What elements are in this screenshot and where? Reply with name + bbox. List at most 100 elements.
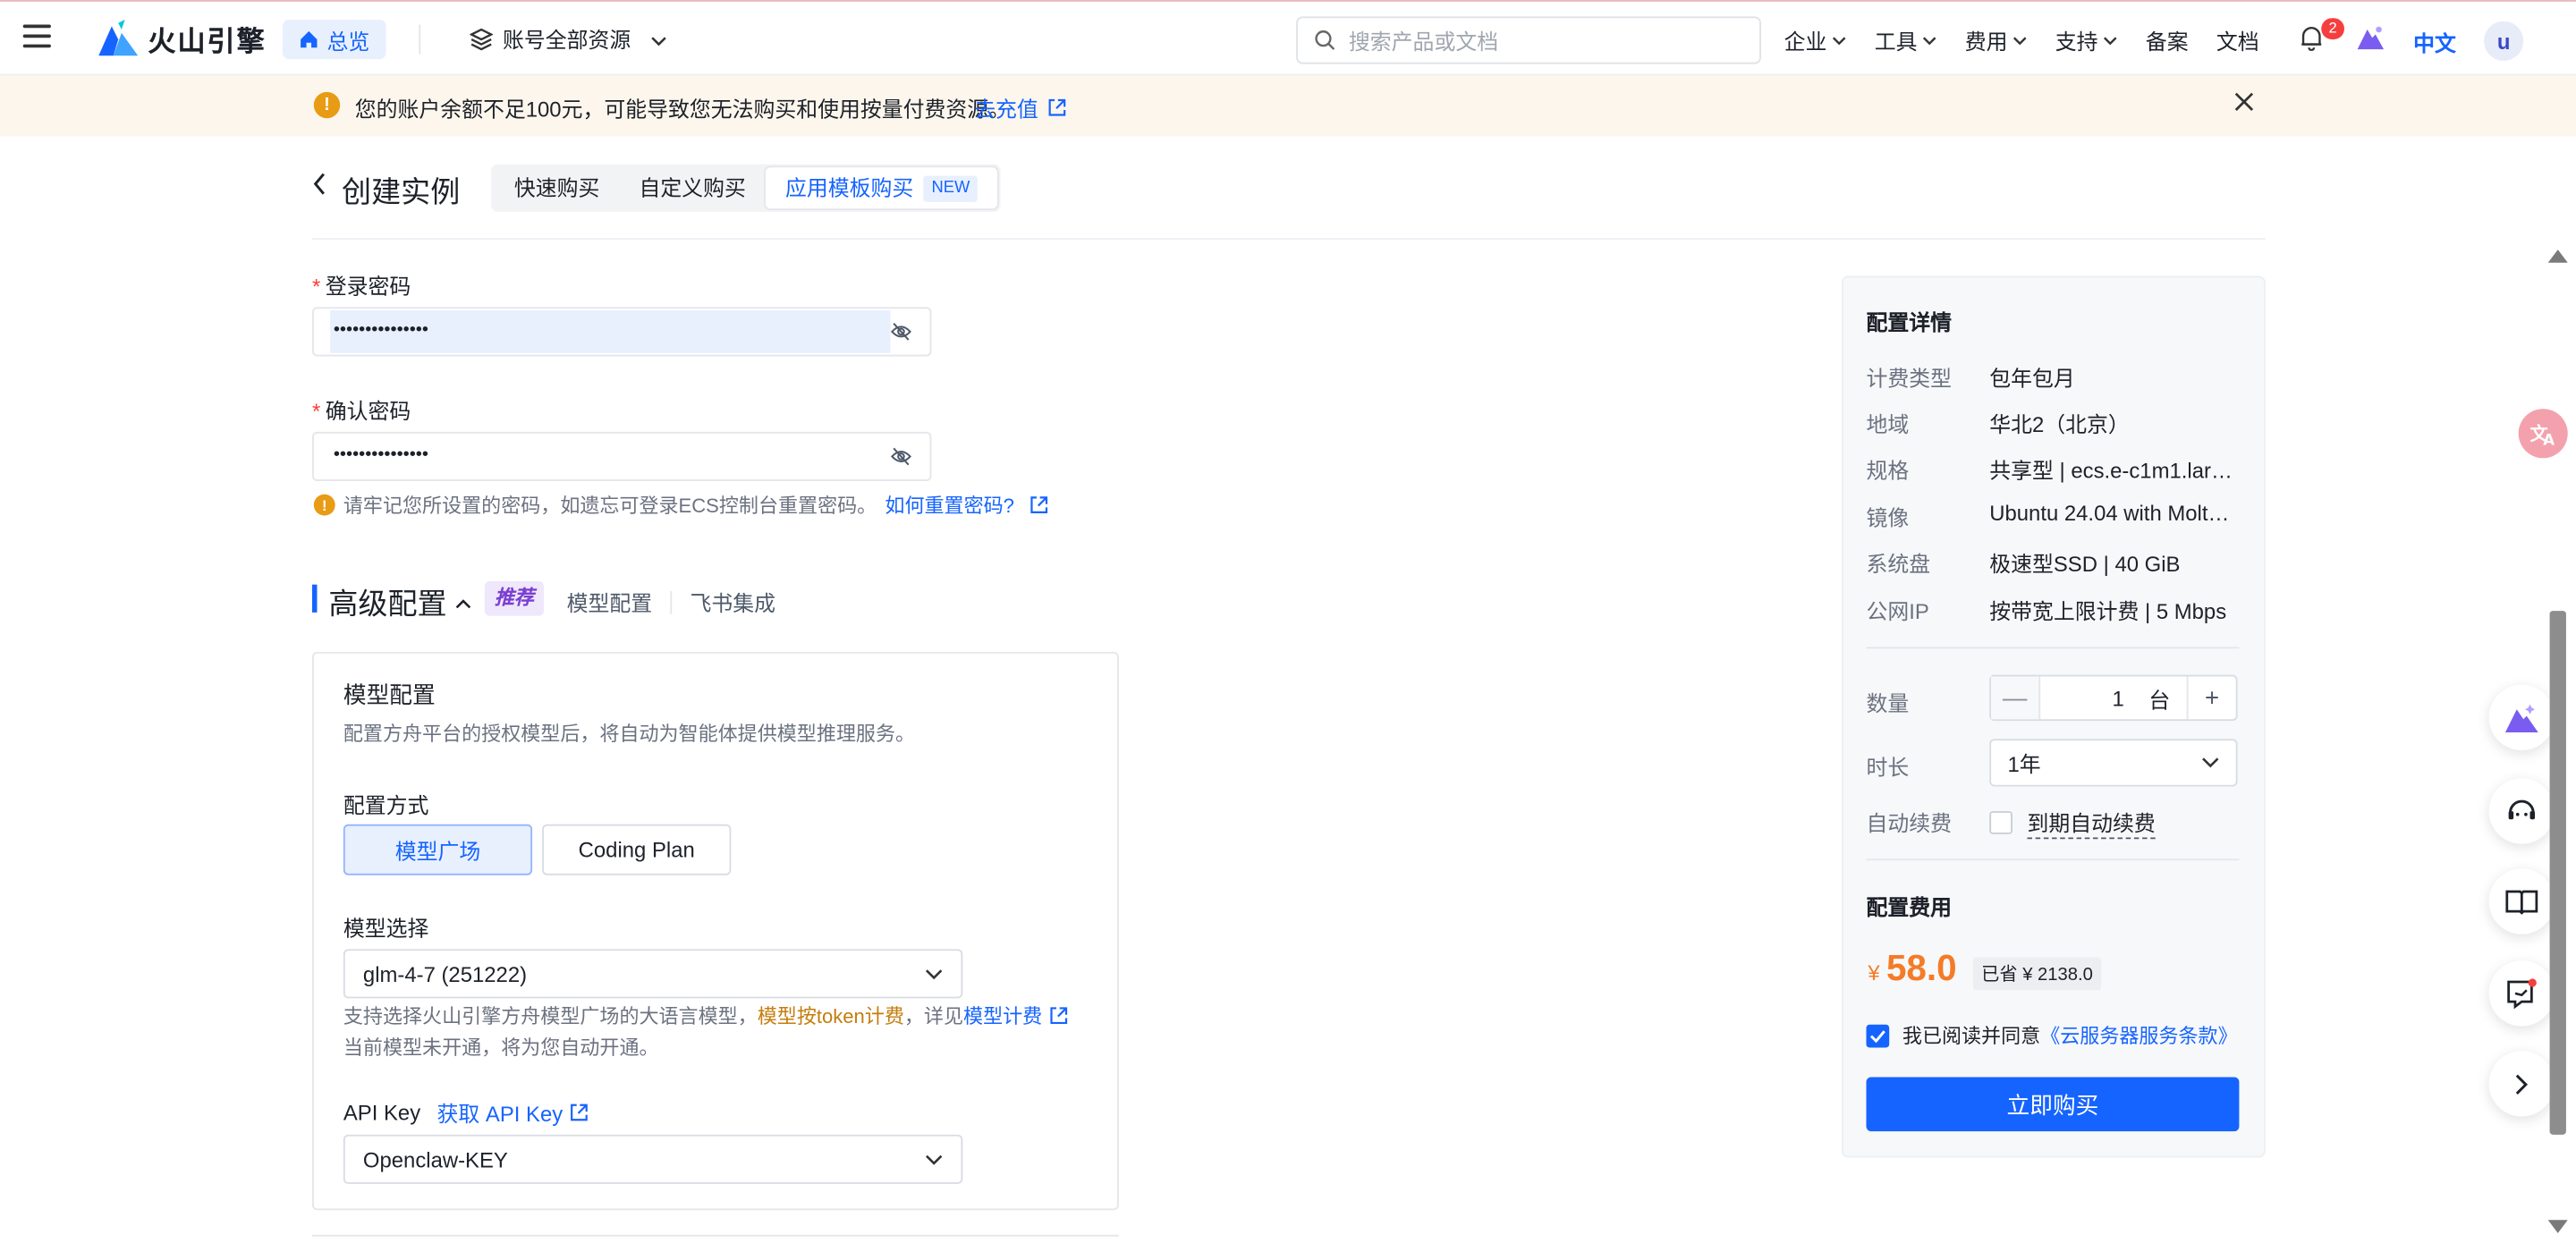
bell-icon[interactable] (2300, 25, 2323, 60)
duration-value: 1年 (2007, 751, 2041, 777)
docs-fab[interactable] (2488, 868, 2555, 934)
nav-enterprise[interactable]: 企业 (1784, 25, 1847, 56)
auto-renew-label: 自动续费 (1866, 811, 1953, 836)
panel-divider (1866, 858, 2240, 861)
advanced-config-toggle[interactable]: 高级配置 (328, 581, 471, 624)
model-select[interactable]: glm-4-7 (251222) (343, 949, 963, 999)
agreement-checkbox[interactable] (1866, 1023, 1890, 1047)
model-hint: 支持选择火山引擎方舟模型广场的大语言模型， 模型按token计费 ，详见 模型计… (343, 1002, 1069, 1029)
external-link-icon[interactable] (570, 1103, 588, 1121)
home-button[interactable]: 总览 (282, 20, 386, 60)
token-billing-link[interactable]: 模型按token计费 (758, 1002, 904, 1029)
chevron-down-icon (1832, 36, 1846, 45)
anchor-model-config[interactable]: 模型配置 (567, 587, 653, 618)
method-model-square-button[interactable]: 模型广场 (343, 824, 533, 875)
model-pricing-link[interactable]: 模型计费 (963, 1002, 1042, 1029)
tab-template-purchase[interactable]: 应用模板购买 NEW (765, 167, 998, 209)
close-icon[interactable] (2234, 90, 2254, 120)
external-link-icon[interactable] (1030, 496, 1048, 514)
chevron-down-icon (1922, 36, 1936, 45)
language-switch[interactable]: 中文 (2413, 26, 2456, 57)
confirm-password-value: ••••••••••••••• (333, 444, 428, 465)
chevron-down-icon (2202, 757, 2219, 768)
system-disk-key: 系统盘 (1866, 551, 1931, 577)
api-key-select[interactable]: Openclaw-KEY (343, 1134, 963, 1184)
quantity-decrease-button[interactable]: — (1991, 676, 2041, 720)
auto-renew-option[interactable]: 到期自动续费 (1989, 807, 2156, 840)
customer-service-fab[interactable] (2488, 778, 2555, 844)
page-title: 创建实例 (342, 175, 461, 209)
saving-badge: 已省 ¥ 2138.0 (1972, 957, 2102, 991)
brand-logo[interactable]: 火山引擎 (98, 18, 266, 57)
nav-filing-label: 备案 (2145, 30, 2189, 55)
tab-custom-purchase[interactable]: 自定义购买 (619, 167, 765, 208)
external-link-icon[interactable] (1050, 1007, 1068, 1025)
method-coding-plan-button[interactable]: Coding Plan (542, 824, 732, 875)
warning-icon: ! (313, 91, 341, 119)
buy-now-button[interactable]: 立即购买 (1866, 1077, 2240, 1132)
scroll-down-arrow[interactable] (2547, 1220, 2568, 1233)
resource-scope-select[interactable]: 账号全部资源 (470, 23, 666, 55)
translate-icon[interactable]: 文 A (2518, 409, 2568, 459)
tab-quick-purchase[interactable]: 快速购买 (495, 167, 620, 208)
scrollbar-thumb[interactable] (2549, 611, 2566, 1135)
home-icon (301, 30, 318, 48)
chevron-down-icon (925, 1154, 943, 1164)
volcano-logo-icon (98, 20, 139, 56)
model-auto-enable-note: 当前模型未开通，将为您自动开通。 (343, 1036, 659, 1060)
nav-billing[interactable]: 费用 (1965, 25, 2028, 56)
advanced-config-title: 高级配置 (328, 588, 447, 622)
login-password-input[interactable]: ••••••••••••••• (311, 307, 932, 357)
duration-select[interactable]: 1年 (1989, 739, 2238, 787)
top-navigation-bar: 火山引擎 总览 账号全部资源 搜索产品或文档 企业 工具 费用 支持 备案 文档… (0, 0, 2576, 76)
back-arrow-icon[interactable] (312, 173, 327, 204)
scroll-up-arrow[interactable] (2547, 249, 2568, 263)
expand-sidebar-fab[interactable] (2488, 1051, 2555, 1117)
recharge-link[interactable]: 去充值 (974, 92, 1066, 123)
nav-filing[interactable]: 备案 (2146, 25, 2189, 56)
get-api-key-link[interactable]: 获取 API Key (437, 1097, 564, 1129)
auto-renew-checkbox[interactable] (1989, 811, 2012, 834)
price-value: 58.0 (1885, 947, 1957, 989)
quantity-value[interactable]: 1 (2040, 686, 2148, 711)
confirm-password-input[interactable]: ••••••••••••••• (311, 431, 932, 482)
menu-icon[interactable] (22, 24, 51, 48)
resource-scope-label: 账号全部资源 (503, 28, 631, 53)
nav-tools[interactable]: 工具 (1875, 25, 1937, 56)
login-password-value: ••••••••••••••• (333, 320, 428, 341)
terms-link[interactable]: 《云服务器服务条款》 (2040, 1021, 2237, 1049)
anchor-divider (670, 590, 673, 613)
feedback-fab[interactable] (2488, 960, 2555, 1027)
section-anchors: 模型配置 飞书集成 (567, 587, 775, 618)
quantity-increase-button[interactable]: + (2186, 676, 2236, 720)
ai-assistant-fab[interactable] (2488, 684, 2555, 751)
duration-label: 时长 (1866, 755, 1910, 781)
chevron-up-icon (455, 598, 471, 608)
reset-password-link[interactable]: 如何重置密码? (885, 491, 1014, 519)
model-select-label: 模型选择 (343, 916, 429, 942)
eye-off-icon[interactable] (890, 322, 911, 342)
anchor-feishu-integration[interactable]: 飞书集成 (690, 587, 775, 618)
new-tag: NEW (923, 174, 979, 201)
agreement-row: 我已阅读并同意 《云服务器服务条款》 (1866, 1021, 2238, 1049)
api-key-label-row: API Key 获取 API Key (343, 1097, 588, 1129)
price-currency: ¥ (1868, 960, 1880, 985)
eye-off-icon[interactable] (890, 446, 911, 466)
book-icon (2505, 890, 2538, 915)
nav-tools-label: 工具 (1874, 30, 1918, 55)
chevron-down-icon (650, 26, 666, 51)
model-select-value: glm-4-7 (251222) (362, 961, 528, 986)
password-hint-text: 请牢记您所设置的密码，如遗忘可登录ECS控制台重置密码。 (343, 494, 877, 518)
confirm-password-label: * 确认密码 (311, 399, 411, 424)
model-config-card: 模型配置 配置方舟平台的授权模型后，将自动为智能体提供模型推理服务。 配置方式 … (311, 651, 1119, 1211)
nav-docs[interactable]: 文档 (2216, 25, 2259, 56)
model-hint-mid: ，详见 (903, 1004, 964, 1028)
layers-icon (470, 27, 494, 50)
user-avatar[interactable]: u (2484, 21, 2524, 61)
nav-support[interactable]: 支持 (2055, 25, 2118, 56)
ai-assistant-icon[interactable] (2356, 25, 2385, 60)
spec-value: 共享型 | ecs.e-c1m1.large ... (1989, 458, 2240, 483)
global-search-input[interactable]: 搜索产品或文档 (1296, 16, 1761, 64)
banner-message: 您的账户余额不足100元，可能导致您无法购买和使用按量付费资源。 (354, 97, 1011, 122)
price-display: ¥ 58.0 已省 ¥ 2138.0 (1868, 947, 2102, 991)
